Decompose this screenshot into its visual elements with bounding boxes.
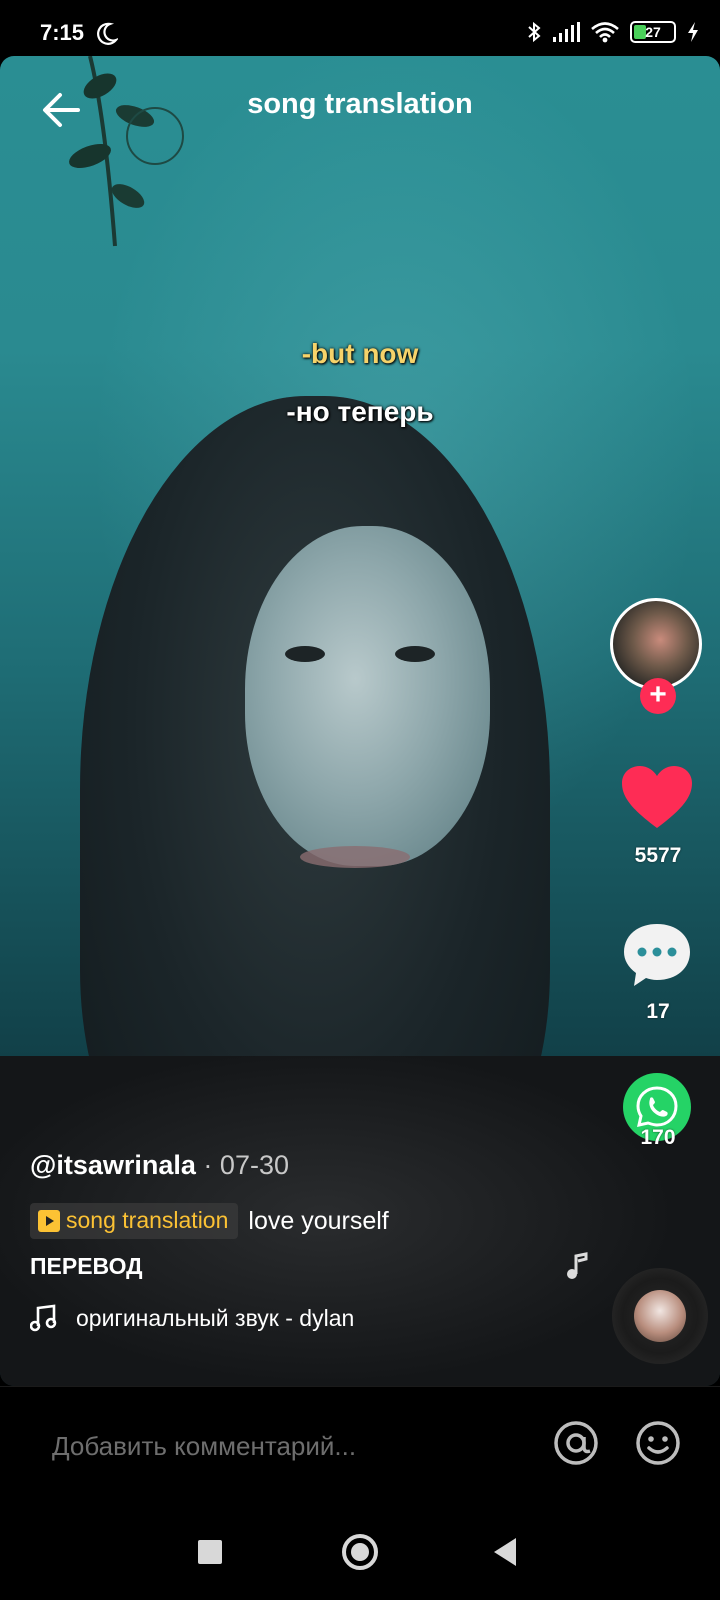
share-count: 170 <box>640 1126 676 1149</box>
comment-input[interactable]: Добавить комментарий... <box>52 1431 356 1462</box>
wifi-icon <box>591 22 619 43</box>
floating-note-icon <box>567 1252 588 1279</box>
sound-line[interactable]: оригинальный звук - dylan <box>30 1304 396 1332</box>
recents-button[interactable] <box>198 1540 222 1564</box>
status-bar: 7:15 27 <box>0 0 720 56</box>
comment-bar: Добавить комментарий... <box>0 1386 720 1510</box>
charging-icon <box>688 22 698 42</box>
heart-icon[interactable] <box>620 764 694 830</box>
comment-count: 17 <box>646 1000 670 1023</box>
sound-disc[interactable] <box>612 1268 708 1364</box>
description-line: song translation love yourself <box>30 1203 590 1239</box>
home-button[interactable] <box>342 1534 378 1570</box>
like-count: 5577 <box>634 844 682 867</box>
caption-russian: -но теперь <box>286 396 434 427</box>
moon-icon <box>97 22 118 45</box>
follow-button[interactable]: + <box>640 678 676 714</box>
emoji-icon[interactable] <box>634 1419 682 1467</box>
description-text: love yourself <box>248 1206 389 1235</box>
system-back-button[interactable] <box>494 1538 516 1566</box>
playlist-tag[interactable]: song translation <box>30 1203 239 1239</box>
page-title: song translation <box>247 88 473 120</box>
signal-icon <box>553 22 580 42</box>
battery-icon: 27 <box>630 21 676 43</box>
system-nav-bar <box>0 1510 720 1600</box>
comment-icon[interactable] <box>620 920 694 990</box>
separator: · <box>203 1150 213 1180</box>
top-bar: song translation <box>0 56 720 156</box>
status-icons: 27 <box>526 20 700 44</box>
username-line: @itsawrinala · 07-30 <box>30 1150 590 1181</box>
creator-avatar[interactable] <box>610 598 702 690</box>
sound-cover <box>634 1290 686 1342</box>
status-time: 7:15 <box>40 20 85 45</box>
playlist-icon <box>38 1209 60 1232</box>
bluetooth-icon <box>528 21 541 43</box>
description-extra: ПЕРЕВОД <box>30 1253 143 1279</box>
music-note-icon <box>30 1304 57 1332</box>
playlist-tag-label: song translation <box>66 1207 229 1233</box>
username[interactable]: @itsawrinala <box>30 1150 196 1180</box>
post-date: 07-30 <box>219 1150 289 1180</box>
sound-name: оригинальный звук - dylan <box>76 1304 355 1331</box>
at-icon[interactable] <box>552 1419 600 1467</box>
post-info: @itsawrinala · 07-30 song translation lo… <box>30 1150 590 1280</box>
caption-english: -but now <box>301 338 419 369</box>
battery-level: 27 <box>645 24 661 40</box>
